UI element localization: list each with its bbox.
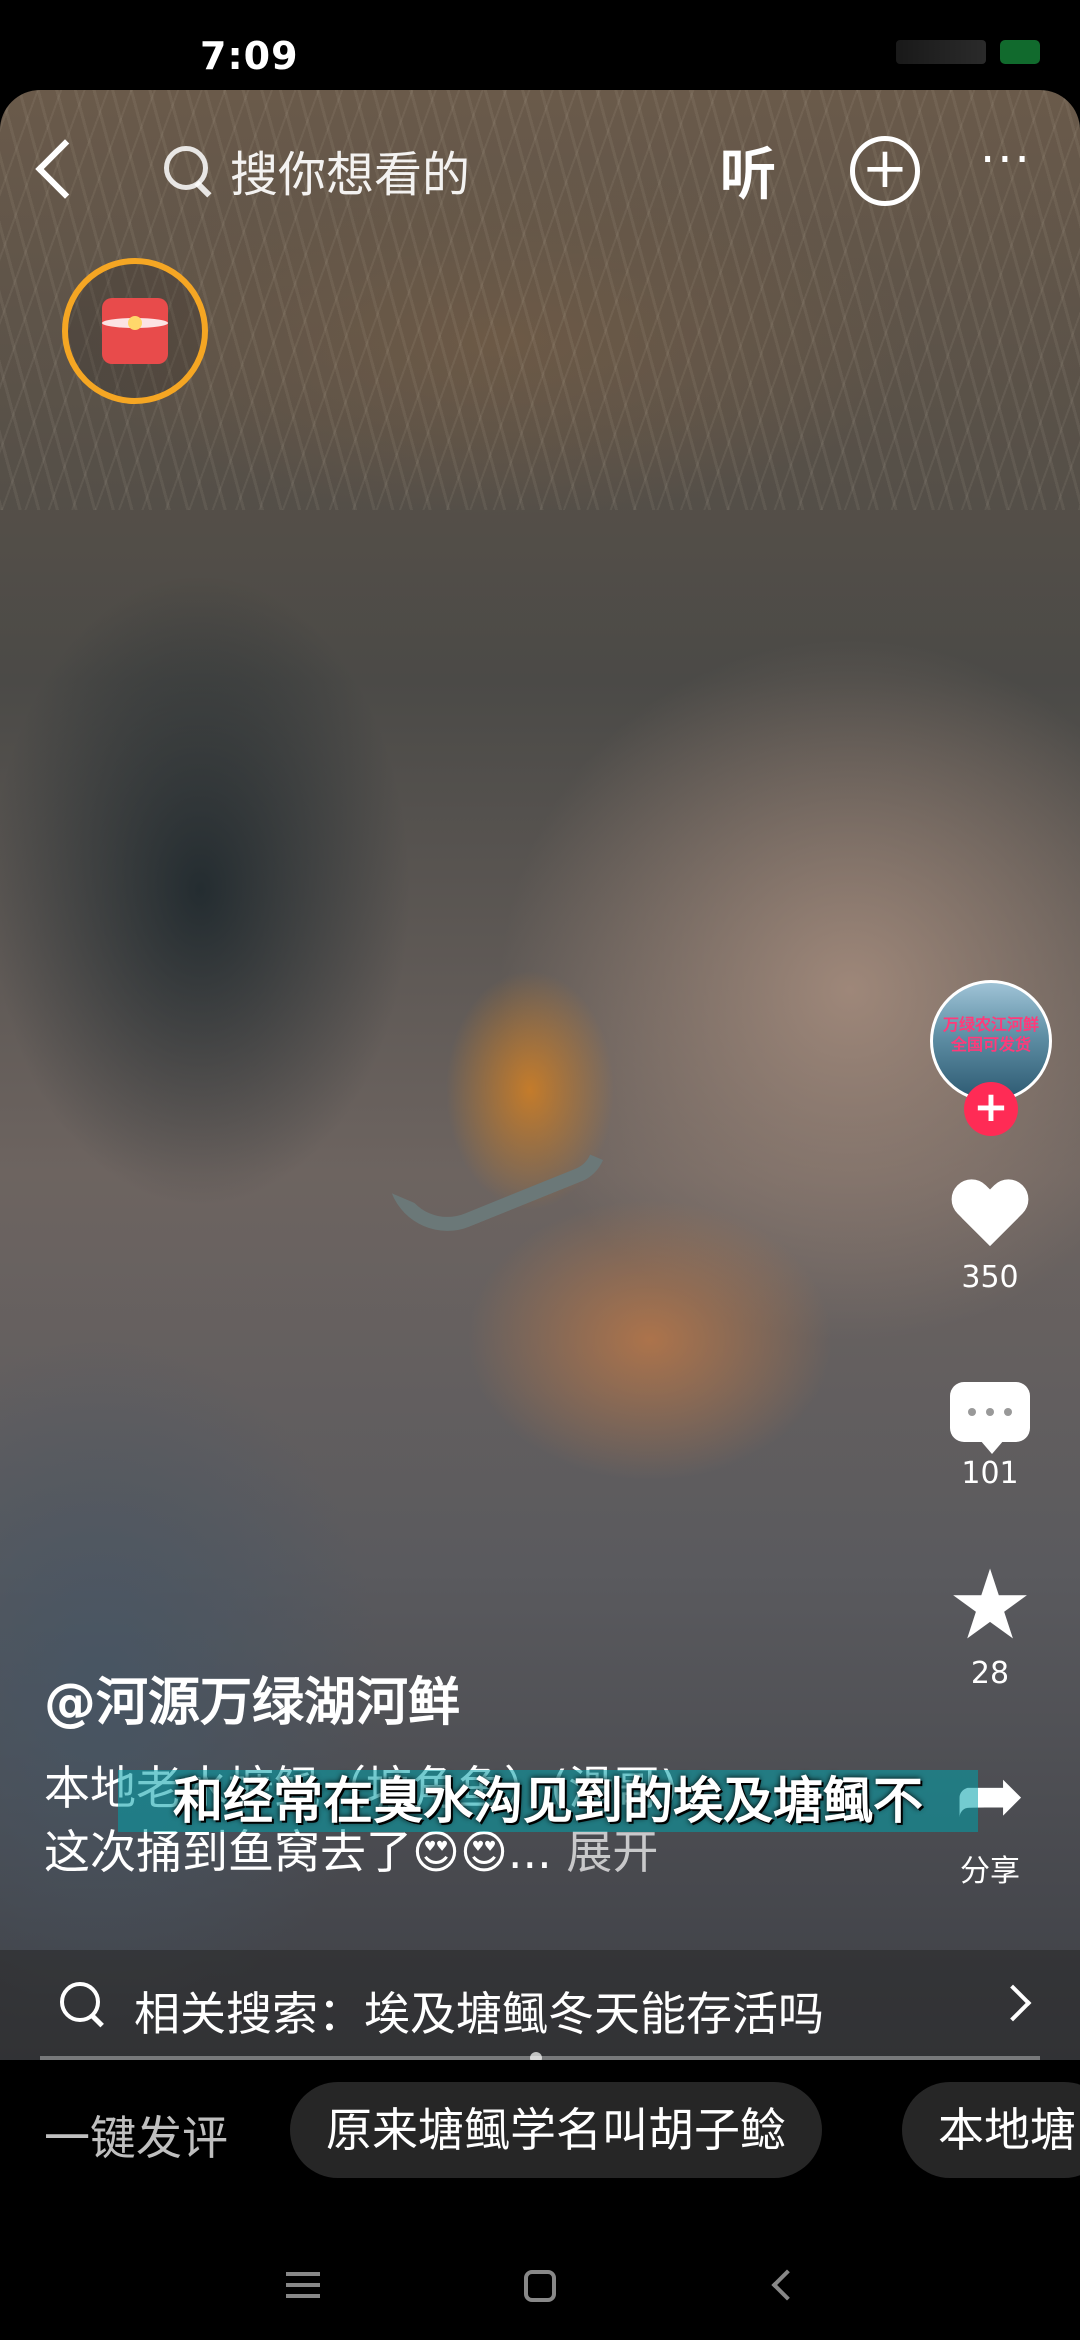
- search-placeholder: 搜你想看的: [230, 147, 471, 203]
- back-icon[interactable]: [771, 2269, 803, 2301]
- comment-count: 101: [961, 1456, 1019, 1491]
- search-icon: [160, 142, 216, 198]
- status-time: 7:09: [200, 34, 299, 78]
- top-nav: 搜你想看的 听 + ···: [0, 110, 1080, 230]
- menu-icon[interactable]: [286, 2272, 320, 2298]
- add-button[interactable]: +: [850, 136, 920, 206]
- battery-icon: [1000, 40, 1040, 64]
- back-button[interactable]: [30, 134, 80, 204]
- red-packet-icon: [102, 298, 168, 364]
- related-search-text: 相关搜索：埃及塘鲺冬天能存活吗: [134, 1987, 824, 2041]
- quick-comment-label: 一键发评: [44, 2111, 228, 2165]
- avatar-text: 万绿农江河鲜 全国可发货: [942, 1015, 1039, 1054]
- description-text: 这次捅到鱼窝去了😍😍...: [44, 1825, 552, 1879]
- home-icon[interactable]: [524, 2270, 556, 2302]
- favorite-count: 28: [970, 1656, 1010, 1691]
- signal-icon: [896, 40, 986, 64]
- author-name[interactable]: @河源万绿湖河鲜: [44, 1660, 460, 1735]
- status-bar: 7:09: [0, 0, 1080, 90]
- more-button[interactable]: ···: [980, 132, 1032, 188]
- like-button[interactable]: 350: [920, 1180, 1060, 1295]
- heart-icon: [950, 1180, 1030, 1254]
- video-fish: [391, 1110, 619, 1250]
- expand-button[interactable]: 展开: [566, 1825, 658, 1879]
- comment-button[interactable]: 101: [920, 1382, 1060, 1491]
- video-subtitle: 和经常在臭水沟见到的埃及塘鲺不: [118, 1770, 978, 1832]
- like-count: 350: [961, 1260, 1019, 1295]
- related-search-bar[interactable]: 相关搜索：埃及塘鲺冬天能存活吗: [0, 1950, 1080, 2060]
- chevron-right-icon: [994, 1984, 1032, 2022]
- system-nav-bar: [0, 2200, 1080, 2340]
- search-icon: [58, 1980, 108, 2030]
- favorite-button[interactable]: ★ 28: [920, 1549, 1060, 1691]
- star-icon: ★: [946, 1549, 1034, 1661]
- comment-icon: [950, 1382, 1030, 1454]
- follow-button[interactable]: +: [964, 1082, 1018, 1136]
- status-icons: [896, 40, 1040, 64]
- quick-comment-chip[interactable]: 本地塘: [902, 2082, 1080, 2178]
- red-packet-button[interactable]: [62, 258, 208, 404]
- search-input[interactable]: 搜你想看的: [160, 130, 560, 210]
- quick-comment-bar: 一键发评 原来塘鲺学名叫胡子鲶 本地塘: [0, 2060, 1080, 2200]
- quick-comment-chip[interactable]: 原来塘鲺学名叫胡子鲶: [290, 2082, 822, 2178]
- listen-button[interactable]: 听: [720, 130, 776, 211]
